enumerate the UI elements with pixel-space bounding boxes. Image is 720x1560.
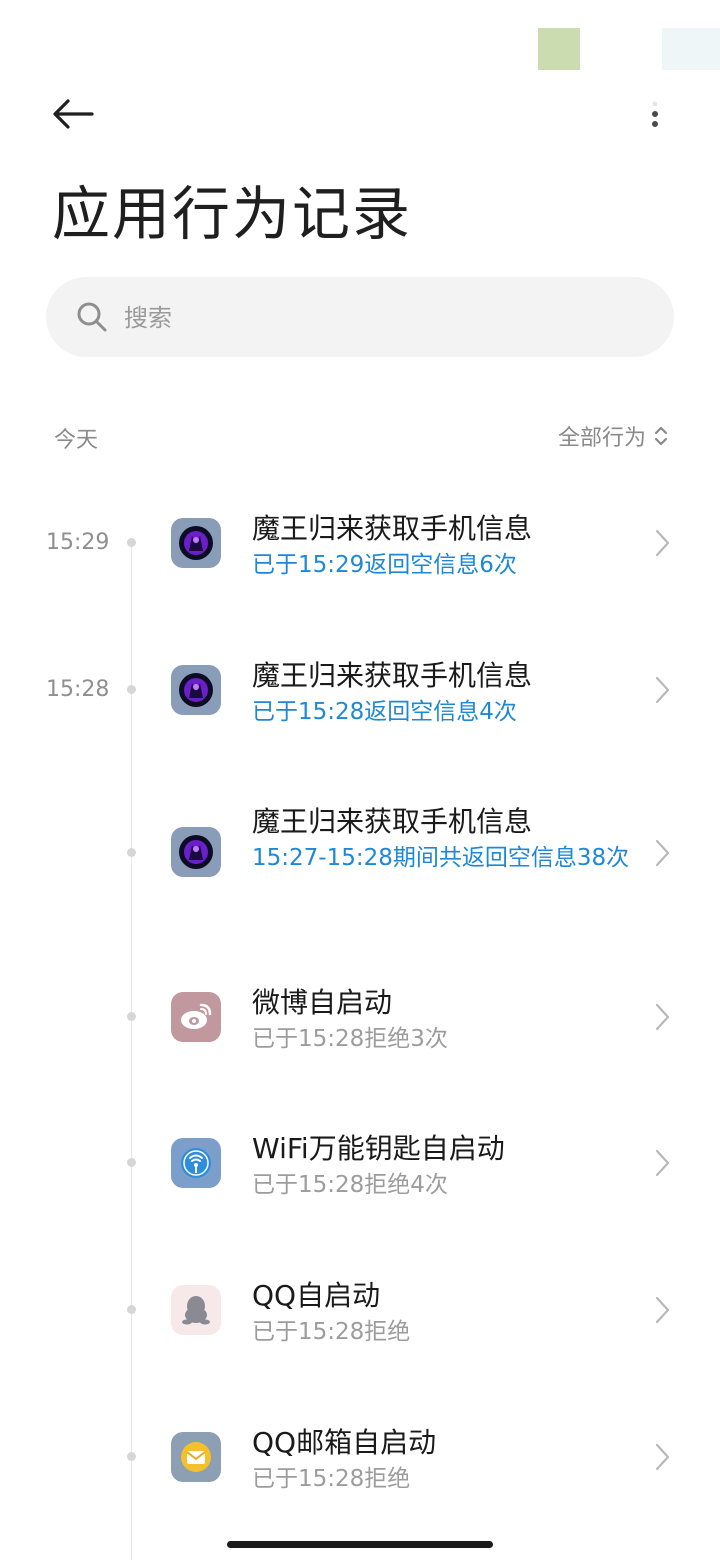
record-row[interactable]: 15:29 魔王归来获取手机信息 已于15:29返回空信息6次: [0, 505, 720, 615]
chevron-right-icon: [655, 1443, 670, 1471]
demon-game-icon: [171, 665, 221, 715]
record-title: WiFi万能钥匙自启动: [252, 1132, 505, 1165]
record-detail: 已于15:28拒绝: [252, 1466, 411, 1492]
qq-mail-icon: [171, 1432, 221, 1482]
record-row[interactable]: 微博自启动 已于15:28拒绝3次: [0, 979, 720, 1089]
timeline-dot: [127, 1452, 136, 1461]
more-vertical-icon: [652, 101, 658, 127]
more-options-button[interactable]: [640, 100, 670, 140]
record-detail: 已于15:28拒绝: [252, 1319, 411, 1345]
status-bar-block: [662, 28, 720, 70]
record-title: 微博自启动: [252, 986, 393, 1019]
record-row[interactable]: QQ邮箱自启动 已于15:28拒绝: [0, 1419, 720, 1529]
search-input[interactable]: [122, 293, 646, 343]
record-time: 15:29: [46, 530, 110, 555]
record-detail: 已于15:28拒绝4次: [252, 1172, 448, 1198]
behavior-filter-dropdown[interactable]: 全部行为: [558, 420, 668, 452]
record-row[interactable]: QQ自启动 已于15:28拒绝: [0, 1272, 720, 1382]
chevron-right-icon: [655, 529, 670, 557]
chevron-right-icon: [655, 1003, 670, 1031]
demon-game-icon: [171, 827, 221, 877]
record-title: QQ邮箱自启动: [252, 1426, 437, 1459]
record-row[interactable]: 魔王归来获取手机信息 15:27-15:28期间共返回空信息38次: [0, 798, 720, 928]
filter-label: 全部行为: [557, 426, 646, 451]
back-arrow-icon: [53, 99, 94, 129]
record-detail: 15:27-15:28期间共返回空信息38次: [252, 845, 630, 871]
search-icon: [77, 302, 107, 332]
home-indicator[interactable]: [227, 1541, 493, 1548]
status-bar-block: [538, 28, 580, 70]
timeline-dot: [127, 685, 136, 694]
timeline-dot: [127, 1305, 136, 1314]
record-title: 魔王归来获取手机信息: [252, 805, 533, 838]
sort-chevron-icon: [654, 426, 668, 446]
timeline-dot: [127, 538, 136, 547]
record-title: 魔王归来获取手机信息: [252, 512, 533, 545]
record-title: QQ自启动: [252, 1279, 381, 1312]
record-detail: 已于15:28返回空信息4次: [252, 699, 517, 725]
record-time: 15:28: [46, 677, 110, 702]
chevron-right-icon: [655, 1149, 670, 1177]
timeline-dot: [127, 1158, 136, 1167]
chevron-right-icon: [655, 839, 670, 867]
timeline-dot: [127, 1012, 136, 1021]
search-bar[interactable]: [46, 277, 674, 357]
qq-penguin-icon: [171, 1285, 221, 1335]
timeline-dot: [127, 848, 136, 857]
weibo-icon: [171, 992, 221, 1042]
chevron-right-icon: [655, 676, 670, 704]
demon-game-icon: [171, 518, 221, 568]
record-detail: 已于15:29返回空信息6次: [252, 552, 517, 578]
record-detail: 已于15:28拒绝3次: [252, 1026, 448, 1052]
record-row[interactable]: WiFi万能钥匙自启动 已于15:28拒绝4次: [0, 1125, 720, 1235]
wifi-key-icon: [171, 1138, 221, 1188]
page-title: 应用行为记录: [52, 180, 413, 248]
record-title: 魔王归来获取手机信息: [252, 659, 533, 692]
record-row[interactable]: 15:28 魔王归来获取手机信息 已于15:28返回空信息4次: [0, 652, 720, 762]
back-button[interactable]: [48, 92, 96, 136]
chevron-right-icon: [655, 1296, 670, 1324]
date-section-label: 今天: [54, 428, 99, 453]
